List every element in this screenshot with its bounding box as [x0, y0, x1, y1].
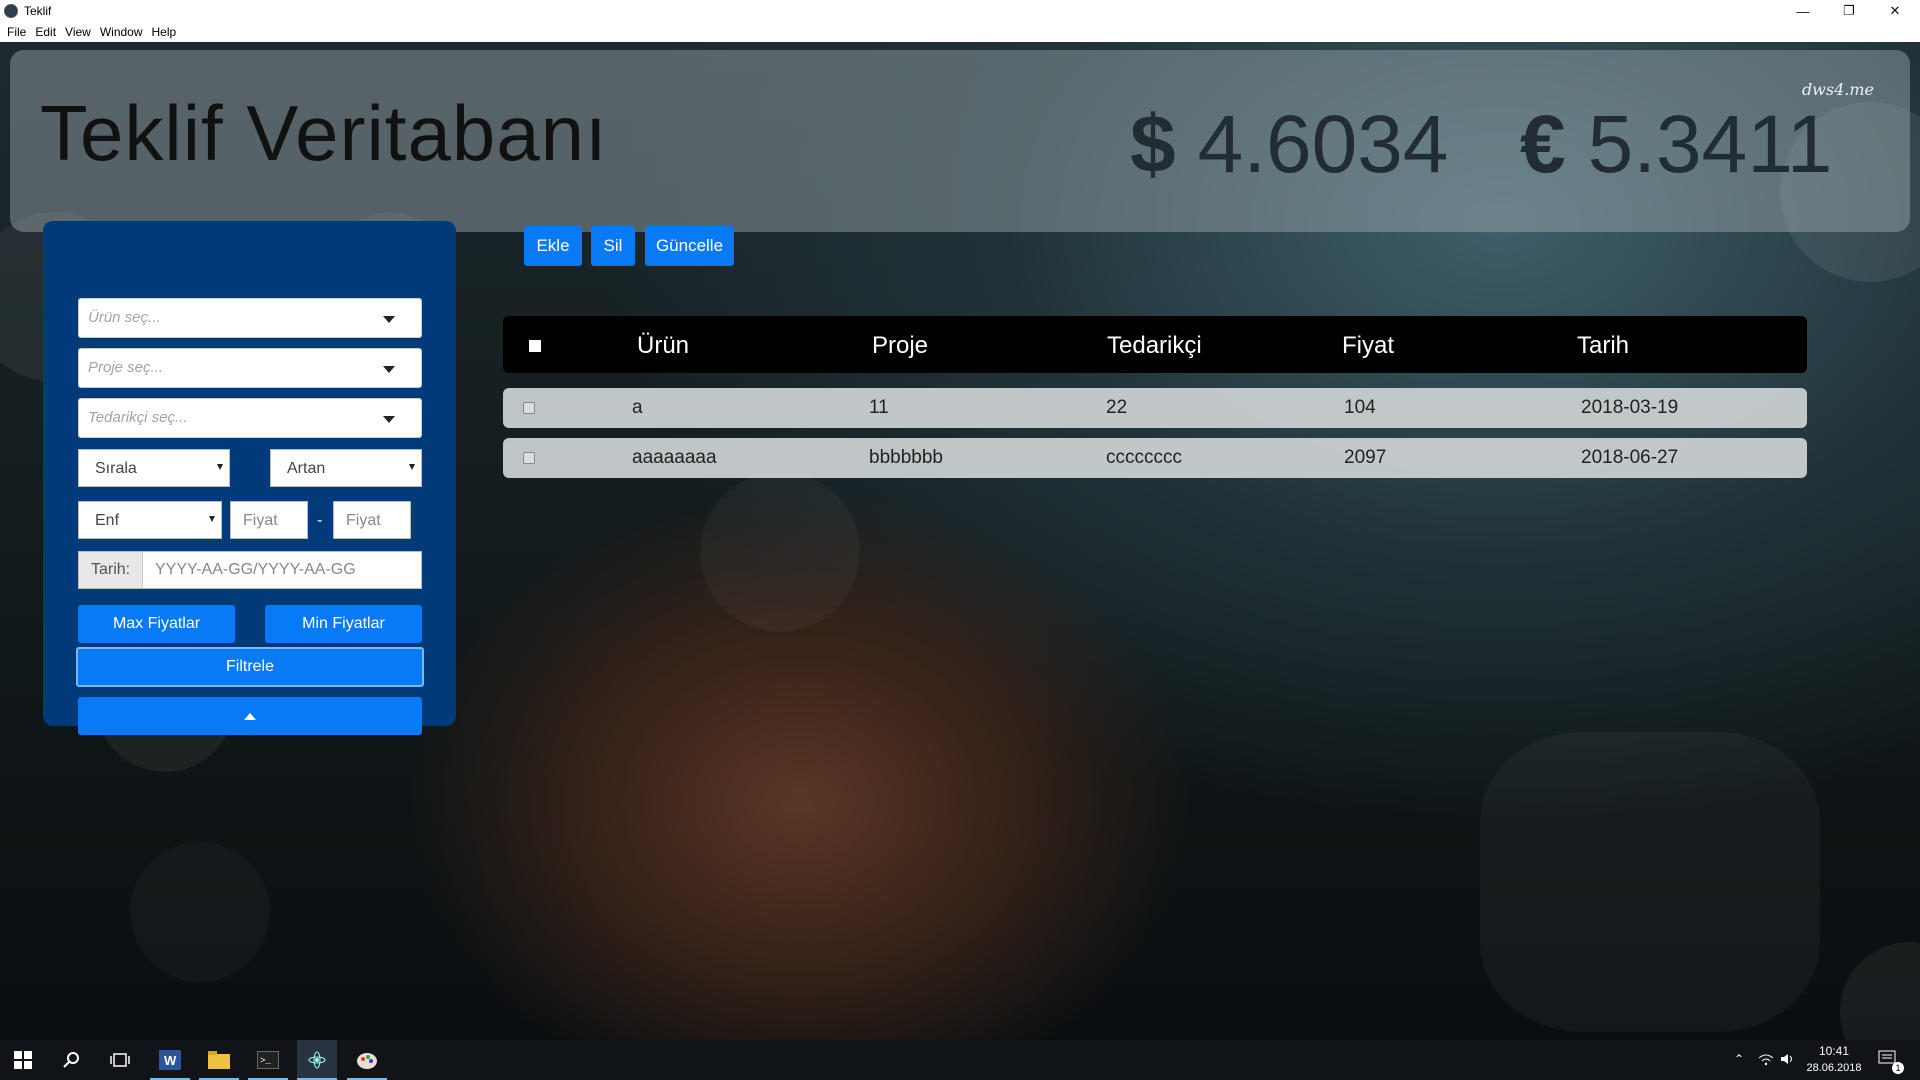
eur-value: 5.3411 — [1587, 99, 1833, 190]
word-icon[interactable]: W — [156, 1046, 184, 1074]
sort-select-value: Sırala — [95, 460, 137, 477]
filter-panel: Ürün seç... Proje seç... Tedarikçi seç..… — [43, 221, 456, 735]
date-label: Tarih: — [91, 561, 131, 578]
volume-icon[interactable] — [1780, 1052, 1796, 1069]
electron-app-icon[interactable] — [297, 1040, 337, 1080]
svg-text:W: W — [164, 1053, 177, 1068]
bokeh-hexagon — [1480, 732, 1820, 1032]
cell-date: 2018-03-19 — [1581, 397, 1679, 418]
watermark: dws4.me — [1801, 80, 1874, 99]
cell-supplier: 22 — [1106, 397, 1128, 418]
date-range-field[interactable]: Tarih: YYYY-AA-GG/YYYY-AA-GG — [78, 551, 422, 589]
column-header-supplier[interactable]: Tedarikçi — [1107, 332, 1202, 360]
cell-supplier: cccccccc — [1106, 447, 1182, 468]
order-select-value: Artan — [287, 460, 326, 477]
eur-rate: €5.3411 — [1520, 98, 1832, 192]
app-icon — [4, 4, 18, 18]
caret-up-icon — [244, 712, 256, 720]
product-placeholder: Ürün seç... — [88, 309, 161, 326]
price-type-value: Enf — [95, 512, 120, 529]
restore-button[interactable]: ❐ — [1826, 0, 1872, 22]
supplier-dropdown[interactable]: Tedarikçi seç... — [78, 398, 422, 438]
date-placeholder: YYYY-AA-GG/YYYY-AA-GG — [155, 561, 356, 578]
cell-project: 11 — [869, 397, 889, 418]
price-min-input[interactable]: Fiyat — [230, 501, 308, 539]
select-all-checkbox[interactable] — [529, 340, 541, 352]
clock-time[interactable]: 10:41 — [1808, 1044, 1860, 1058]
table-row[interactable]: a 11 22 104 2018-03-19 — [503, 388, 1807, 428]
network-icon[interactable] — [1758, 1052, 1774, 1069]
usd-value: 4.6034 — [1197, 99, 1449, 190]
price-max-input[interactable]: Fiyat — [333, 501, 411, 539]
column-header-project[interactable]: Proje — [872, 332, 928, 360]
row-checkbox[interactable] — [523, 402, 535, 414]
column-header-date[interactable]: Tarih — [1577, 332, 1629, 360]
menu-help[interactable]: Help — [152, 25, 177, 39]
windows-start-icon[interactable] — [9, 1046, 37, 1074]
update-button[interactable]: Güncelle — [645, 226, 734, 266]
chevron-up-icon[interactable]: ⌃ — [1734, 1052, 1744, 1066]
date-label-addon: Tarih: — [79, 552, 143, 588]
window-title: Teklif — [24, 4, 52, 18]
price-range-dash: - — [317, 512, 323, 529]
menu-view[interactable]: View — [65, 25, 91, 39]
usd-rate: $4.6034 — [1130, 98, 1448, 192]
order-select[interactable]: Artan — [270, 449, 422, 487]
taskbar: W >_ ⌃ 10:41 28.06.2018 1 — [0, 1040, 1920, 1080]
filter-button[interactable]: Filtrele — [76, 647, 424, 687]
paint-icon[interactable] — [353, 1046, 381, 1074]
select-arrow-icon — [217, 464, 223, 470]
price-min-placeholder: Fiyat — [243, 512, 278, 529]
bokeh-circle — [130, 842, 270, 982]
min-prices-button[interactable]: Min Fiyatlar — [265, 605, 422, 643]
project-dropdown[interactable]: Proje seç... — [78, 348, 422, 388]
eur-symbol: € — [1520, 99, 1566, 190]
clock-date[interactable]: 28.06.2018 — [1806, 1062, 1862, 1074]
caret-down-icon — [383, 316, 395, 323]
product-dropdown[interactable]: Ürün seç... — [78, 298, 422, 338]
table-row[interactable]: aaaaaaaa bbbbbbb cccccccc 2097 2018-06-2… — [503, 438, 1807, 478]
column-header-product[interactable]: Ürün — [637, 332, 689, 360]
page-title: Teklif Veritabanı — [40, 89, 608, 177]
bokeh-circle — [700, 472, 860, 632]
max-prices-button[interactable]: Max Fiyatlar — [78, 605, 235, 643]
header-banner: Teklif Veritabanı $4.6034 €5.3411 dws4.m… — [10, 50, 1910, 232]
sort-select[interactable]: Sırala — [78, 449, 230, 487]
cell-price: 104 — [1344, 397, 1376, 418]
select-arrow-icon — [409, 464, 415, 470]
price-max-placeholder: Fiyat — [346, 512, 381, 529]
select-arrow-icon — [209, 516, 215, 522]
bokeh-circle — [1840, 942, 1920, 1040]
cell-date: 2018-06-27 — [1581, 447, 1679, 468]
terminal-icon[interactable]: >_ — [254, 1046, 282, 1074]
row-checkbox[interactable] — [523, 452, 535, 464]
cell-product: a — [632, 397, 643, 418]
table-header: Ürün Proje Tedarikçi Fiyat Tarih — [503, 316, 1807, 373]
collapse-button[interactable] — [78, 697, 422, 735]
caret-down-icon — [383, 416, 395, 423]
file-explorer-icon[interactable] — [205, 1046, 233, 1074]
svg-text:>_: >_ — [260, 1056, 271, 1066]
close-button[interactable]: ✕ — [1872, 0, 1918, 22]
menu-window[interactable]: Window — [100, 25, 143, 39]
notification-count-badge: 1 — [1892, 1062, 1904, 1074]
cell-price: 2097 — [1344, 447, 1387, 468]
column-header-price[interactable]: Fiyat — [1342, 332, 1394, 360]
cell-product: aaaaaaaa — [632, 447, 717, 468]
search-icon[interactable] — [58, 1046, 86, 1074]
delete-button[interactable]: Sil — [591, 226, 635, 266]
menu-edit[interactable]: Edit — [35, 25, 56, 39]
minimize-button[interactable]: — — [1780, 0, 1826, 22]
usd-symbol: $ — [1130, 99, 1176, 190]
caret-down-icon — [383, 366, 395, 373]
title-bar: Teklif — ❐ ✕ — [0, 0, 1920, 22]
add-button[interactable]: Ekle — [524, 226, 582, 266]
supplier-placeholder: Tedarikçi seç... — [88, 409, 188, 426]
cell-project: bbbbbbb — [869, 447, 943, 468]
task-view-icon[interactable] — [106, 1046, 134, 1074]
price-type-select[interactable]: Enf — [78, 501, 222, 539]
menu-bar: File Edit View Window Help — [0, 22, 1920, 42]
menu-file[interactable]: File — [7, 25, 26, 39]
project-placeholder: Proje seç... — [88, 359, 164, 376]
